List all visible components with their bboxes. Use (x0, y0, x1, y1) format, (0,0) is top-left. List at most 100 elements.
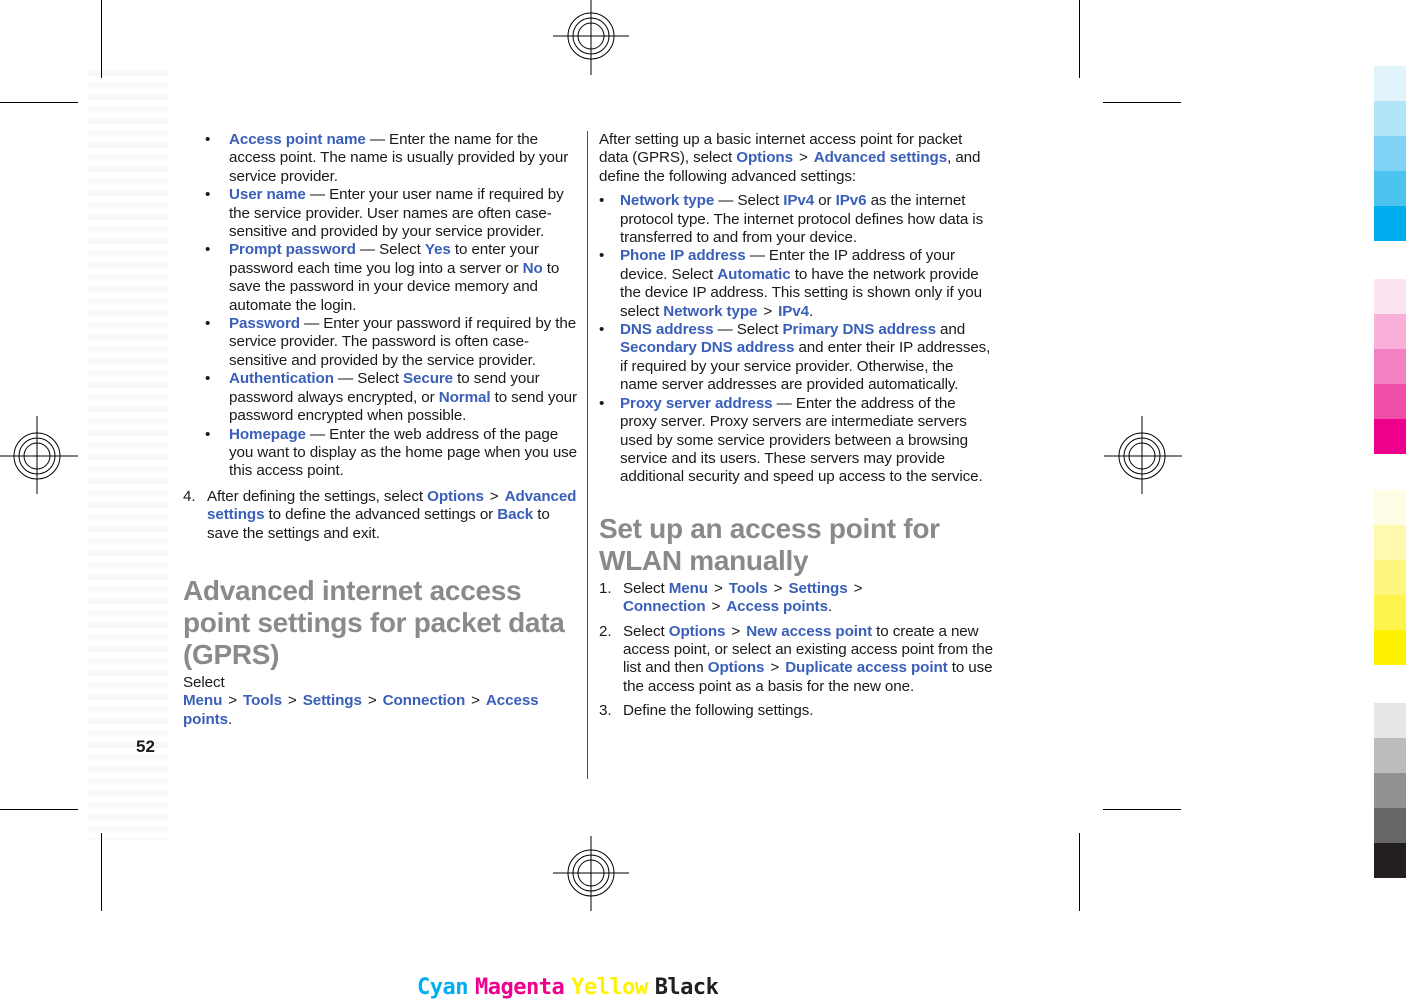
setting-term: Homepage (229, 425, 306, 443)
separator: > (287, 692, 297, 710)
path-item-connection: Connection (623, 598, 706, 616)
crop-mark (0, 809, 78, 810)
crop-mark (0, 102, 78, 103)
list-item: Proxy server address — Enter the address… (599, 395, 994, 487)
magenta-swatch-1 (1374, 279, 1406, 314)
menu-options: Options (736, 149, 793, 167)
separator: > (367, 692, 377, 710)
separator: > (731, 622, 741, 640)
magenta-swatch-3 (1374, 349, 1406, 384)
step-text: Select (623, 622, 669, 640)
option-no: No (522, 259, 543, 277)
section-heading-wlan: Set up an access point for WLAN manually (599, 512, 940, 576)
option-automatic: Automatic (717, 265, 791, 283)
menu-back: Back (497, 506, 534, 524)
black-swatch-3 (1374, 773, 1406, 808)
menu-path: Select Menu > Tools > Settings > Connection > Ac… (183, 674, 578, 729)
step-text: to define the advanced settings or (264, 506, 498, 524)
separator: > (711, 598, 721, 616)
separator: > (798, 149, 808, 167)
registration-mark-left (0, 416, 78, 494)
separator: > (471, 692, 480, 710)
step-text: . (828, 598, 833, 616)
cyan-swatch-4 (1374, 171, 1406, 206)
list-item: Prompt password — Select Yes to enter yo… (183, 241, 578, 315)
path-trail: . (227, 710, 233, 728)
yellow-swatch-1 (1374, 490, 1406, 525)
list-item: Access point name — Enter the name for t… (183, 131, 578, 186)
column-divider (587, 131, 588, 779)
step-number: 2. (599, 622, 612, 640)
list-item: Homepage — Enter the web address of the … (183, 426, 578, 481)
option-yes: Yes (424, 241, 451, 259)
setting-term: Network type (620, 192, 715, 210)
cmyk-label-yellow: Yellow (571, 975, 648, 1000)
yellow-swatches (1374, 490, 1406, 665)
setting-term: DNS address (620, 321, 714, 339)
separator: > (489, 487, 499, 505)
setting-term: Proxy server address (620, 394, 773, 412)
left-column: Access point name — Enter the name for t… (183, 131, 578, 729)
crop-mark (101, 833, 102, 911)
path-item-connection: Connection (382, 692, 466, 710)
access-point-settings-list: Access point name — Enter the name for t… (183, 131, 578, 481)
option-ipv4: IPv4 (783, 192, 815, 210)
option-network-type: Network type (663, 302, 758, 320)
option-secondary-dns: Secondary DNS address (620, 339, 795, 357)
option-secure: Secure (402, 370, 454, 388)
yellow-swatch-5 (1374, 630, 1406, 665)
menu-options: Options (668, 622, 726, 640)
separator: > (773, 579, 783, 597)
list-item: Network type — Select IPv4 or IPv6 as th… (599, 192, 994, 247)
yellow-swatch-3 (1374, 560, 1406, 595)
option-ipv4: IPv4 (778, 302, 809, 320)
menu-advanced-settings: Advanced settings (813, 149, 948, 167)
black-swatches (1374, 703, 1406, 878)
cyan-swatch-1 (1374, 66, 1406, 101)
separator: > (228, 692, 238, 710)
crop-mark (1079, 833, 1080, 911)
magenta-swatches (1374, 279, 1406, 454)
setting-term: Phone IP address (620, 247, 746, 265)
cmyk-label-cyan: Cyan (417, 975, 468, 1000)
list-item: Authentication — Select Secure to send y… (183, 370, 578, 425)
cmyk-label-black: Black (654, 975, 719, 1000)
path-lead: Select (183, 673, 225, 691)
step-text: After defining the settings, select (207, 487, 428, 505)
setting-term: Authentication (229, 370, 334, 388)
setting-description: — Select (713, 321, 783, 339)
option-ipv6: IPv6 (835, 192, 867, 210)
section-heading-gprs: Advanced internet access point settings … (183, 574, 565, 670)
registration-mark-right (1104, 416, 1182, 494)
magenta-swatch-5 (1374, 419, 1406, 454)
step-text: Define the following settings. (623, 702, 814, 720)
step-1: 1. Select Menu > Tools > Settings > Connection… (599, 580, 994, 617)
menu-options: Options (707, 659, 765, 677)
path-item-tools: Tools (728, 579, 768, 597)
setting-description: — Select (333, 370, 403, 388)
menu-options: Options (427, 487, 484, 505)
path-item-settings: Settings (788, 579, 848, 597)
step-number: 4. (183, 487, 196, 505)
setting-term: Password (229, 315, 300, 333)
step-4: 4. After defining the settings, select O… (183, 488, 578, 543)
intro-paragraph: After setting up a basic internet access… (599, 131, 994, 186)
cmyk-label-magenta: Magenta (474, 975, 565, 1000)
list-item: User name — Enter your user name if requ… (183, 186, 578, 241)
separator: > (763, 302, 773, 320)
setting-description: . (809, 302, 814, 320)
setting-description: — Select (355, 241, 425, 259)
step-text: Select (623, 579, 669, 597)
path-item-settings: Settings (302, 692, 362, 710)
yellow-swatch-4 (1374, 595, 1406, 630)
separator: > (714, 579, 723, 597)
setting-term: User name (229, 186, 306, 204)
black-swatch-2 (1374, 738, 1406, 773)
setting-term: Access point name (229, 131, 366, 148)
cyan-swatches (1374, 66, 1406, 241)
crop-mark (1103, 809, 1181, 810)
path-item-access-points: Access points (726, 598, 828, 616)
option-normal: Normal (438, 388, 491, 406)
path-item-menu: Menu (183, 692, 223, 710)
separator: > (770, 659, 780, 677)
